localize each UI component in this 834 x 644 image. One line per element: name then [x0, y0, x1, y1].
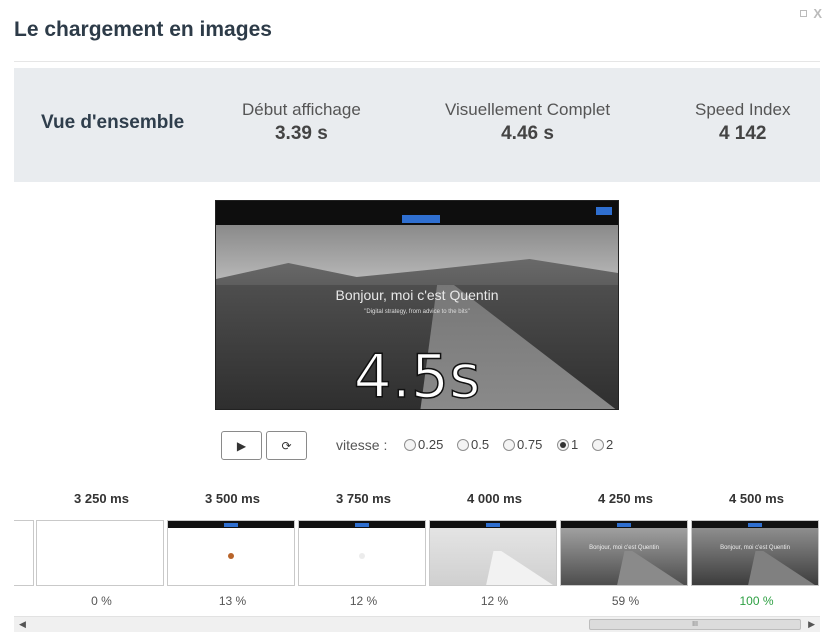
frame-percent: 13 %	[218, 594, 247, 608]
speed-option-0-5[interactable]: 0.5	[457, 437, 489, 452]
play-button[interactable]: ▶	[221, 431, 262, 460]
speed-option-0-75[interactable]: 0.75	[503, 437, 542, 452]
scrollbar-thumb[interactable]: III	[589, 619, 801, 630]
radio-selected-icon[interactable]	[557, 438, 569, 451]
close-icon[interactable]: X	[813, 6, 822, 21]
speed-option-2[interactable]: 2	[592, 437, 613, 452]
summary-title: Vue d'ensemble	[41, 112, 185, 133]
scroll-left-icon[interactable]: ◀	[19, 619, 26, 630]
frame-time: 4 500 ms	[729, 491, 784, 506]
frame-time: 3 500 ms	[205, 491, 260, 506]
metric-label: Speed Index	[695, 100, 791, 119]
title-divider	[14, 61, 820, 62]
scroll-right-icon[interactable]: ▶	[808, 619, 815, 630]
metric-label: Début affichage	[242, 100, 361, 119]
frame-heading: Bonjour, moi c'est Quentin	[720, 545, 790, 551]
video-subheading: "Digital strategy, from advice to the bi…	[364, 309, 470, 315]
video-timer: 4.5s	[353, 342, 481, 410]
frame-time: 3 250 ms	[74, 491, 129, 506]
replay-icon: ⟳	[281, 438, 292, 453]
speed-label: vitesse :	[336, 437, 388, 453]
speed-option-0-25[interactable]: 0.25	[404, 437, 443, 452]
frame-percent: 12 %	[480, 594, 509, 608]
metric-value: 4.46 s	[501, 123, 554, 144]
frame-time: 4 250 ms	[598, 491, 653, 506]
metric-label: Visuellement Complet	[445, 100, 611, 119]
frame-thumb	[429, 520, 557, 586]
metric-value: 4 142	[718, 123, 767, 144]
frame-thumb	[167, 520, 295, 586]
filmstrip-frame: 3 750 ms 12 %	[298, 486, 429, 608]
frame-time: 3 750 ms	[336, 491, 391, 506]
cookie-ok-button	[596, 207, 612, 215]
frame-percent: 100 %	[739, 594, 774, 608]
frame-thumb: Bonjour, moi c'est Quentin	[691, 520, 819, 586]
radio-icon[interactable]	[404, 438, 416, 451]
metric-speed-index: Speed Index 4 142	[695, 100, 790, 145]
horizontal-scrollbar[interactable]: ◀ III ▶	[14, 616, 820, 632]
minimize-icon[interactable]	[800, 10, 808, 17]
loading-dot-icon	[359, 553, 365, 559]
frame-percent: 0 %	[91, 594, 112, 608]
loading-dot-icon	[228, 553, 234, 559]
filmstrip-frame: 4 250 ms Bonjour, moi c'est Quentin 59 %	[560, 486, 691, 608]
filmstrip-frame: 4 500 ms Bonjour, moi c'est Quentin 100 …	[691, 486, 820, 608]
metric-value: 3.39 s	[274, 123, 328, 144]
window-title: Le chargement en images	[14, 18, 272, 41]
filmstrip-frame: 3 500 ms 13 %	[167, 486, 298, 608]
frame-heading: Bonjour, moi c'est Quentin	[589, 545, 659, 551]
frame-percent: 59 %	[611, 594, 640, 608]
play-icon: ▶	[236, 438, 247, 453]
frame-thumb	[298, 520, 426, 586]
filmstrip-frame: 3 250 ms 0 %	[36, 486, 167, 608]
cookie-more-button	[402, 215, 440, 223]
speed-option-1[interactable]: 1	[557, 437, 578, 452]
window-buttons: X	[800, 6, 822, 21]
filmstrip: 3 250 ms 0 % 3 500 ms 13 % 3 750 ms 12 %…	[14, 486, 820, 614]
video-preview: Bonjour, moi c'est Quentin "Digital stra…	[215, 200, 619, 410]
replay-button[interactable]: ⟳	[266, 431, 307, 460]
summary-panel: Vue d'ensemble Début affichage 3.39 s Vi…	[14, 68, 820, 182]
radio-icon[interactable]	[503, 438, 515, 451]
frame-thumb	[36, 520, 164, 586]
frame-thumb: Bonjour, moi c'est Quentin	[560, 520, 688, 586]
filmstrip-frame: 4 000 ms 12 %	[429, 486, 560, 608]
video-heading: Bonjour, moi c'est Quentin	[335, 287, 499, 303]
frame-thumb-partial	[14, 520, 34, 586]
metric-start-render: Début affichage 3.39 s	[242, 100, 361, 145]
radio-icon[interactable]	[592, 438, 604, 451]
metric-visually-complete: Visuellement Complet 4.46 s	[445, 100, 610, 145]
frame-percent: 12 %	[349, 594, 378, 608]
frame-time: 4 000 ms	[467, 491, 522, 506]
radio-icon[interactable]	[457, 438, 469, 451]
